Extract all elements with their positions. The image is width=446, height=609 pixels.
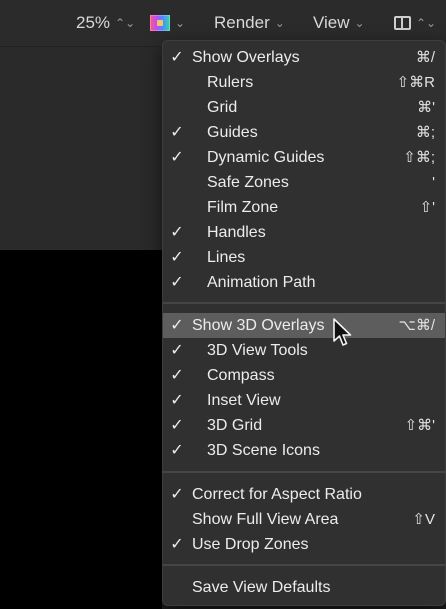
menu-item-label: 3D Scene Icons — [207, 442, 320, 459]
menu-item-film-zone[interactable]: Film Zone ⇧' — [163, 195, 445, 220]
view-label: View — [313, 13, 350, 32]
zoom-popup[interactable]: 25% ⌃⌄ — [76, 12, 135, 34]
checkmark-icon: ✓ — [170, 486, 184, 503]
chevron-down-icon: ⌄ — [175, 16, 186, 30]
menu-item-shortcut: ⇧⌘; — [403, 149, 435, 166]
menu-item-label: Dynamic Guides — [207, 149, 325, 166]
mouse-pointer-icon — [333, 318, 352, 346]
menu-item-label: Show 3D Overlays — [192, 317, 325, 334]
checkmark-icon: ✓ — [170, 49, 184, 66]
menu-item-shortcut: ⇧⌘R — [396, 74, 435, 91]
menu-item-show-full-view-area[interactable]: Show Full View Area ⇧V — [163, 507, 445, 532]
checkmark-icon: ✓ — [170, 317, 184, 334]
checkmark-icon: ✓ — [170, 367, 184, 384]
menu-item-use-drop-zones[interactable]: ✓ Use Drop Zones — [163, 532, 445, 557]
checkmark-icon: ✓ — [170, 417, 184, 434]
menu-item-label: Guides — [207, 124, 258, 141]
menu-item-label: Animation Path — [207, 274, 316, 291]
menu-item-3d-scene-icons[interactable]: ✓ 3D Scene Icons — [163, 438, 445, 463]
menu-item-handles[interactable]: ✓ Handles — [163, 220, 445, 245]
menu-item-label: Handles — [207, 224, 266, 241]
zoom-chevron-icon: ⌃⌄ — [115, 16, 136, 30]
render-menu[interactable]: Render ⌄ — [214, 12, 285, 34]
menu-item-label: Correct for Aspect Ratio — [192, 486, 362, 503]
checkmark-icon: ✓ — [170, 149, 184, 166]
checkmark-icon: ✓ — [170, 442, 184, 459]
canvas[interactable] — [0, 250, 162, 609]
menu-item-rulers[interactable]: Rulers ⇧⌘R — [163, 70, 445, 95]
menu-item-correct-aspect-ratio[interactable]: ✓ Correct for Aspect Ratio — [163, 482, 445, 507]
menu-item-safe-zones[interactable]: Safe Zones ' — [163, 170, 445, 195]
checkmark-icon: ✓ — [170, 124, 184, 141]
menu-item-shortcut: ⌘; — [415, 124, 435, 141]
checkmark-icon: ✓ — [170, 224, 184, 241]
menu-item-shortcut: ' — [432, 174, 435, 191]
menu-item-shortcut: ⌥⌘/ — [398, 317, 435, 334]
checkmark-icon: ✓ — [170, 249, 184, 266]
color-channels-icon — [150, 14, 170, 31]
render-label: Render — [214, 13, 270, 32]
layout-popup[interactable]: ⌃⌄ — [394, 12, 436, 34]
menu-item-label: Save View Defaults — [192, 579, 331, 596]
layout-chevron-icon: ⌃⌄ — [416, 16, 437, 30]
menu-item-label: Show Overlays — [192, 49, 300, 66]
menu-item-shortcut: ⇧⌘' — [404, 417, 435, 434]
menu-separator — [163, 471, 445, 473]
menu-item-dynamic-guides[interactable]: ✓ Dynamic Guides ⇧⌘; — [163, 145, 445, 170]
zoom-level: 25% — [76, 13, 111, 32]
menu-item-inset-view[interactable]: ✓ Inset View — [163, 388, 445, 413]
menu-item-animation-path[interactable]: ✓ Animation Path — [163, 270, 445, 295]
menu-separator — [163, 302, 445, 304]
menu-item-label: Show Full View Area — [192, 511, 339, 528]
menu-item-label: 3D Grid — [207, 417, 263, 434]
view-dropdown-menu: ✓ Show Overlays ⌘/ Rulers ⇧⌘R Grid ⌘' ✓ … — [162, 40, 446, 606]
view-menu[interactable]: View ⌄ — [313, 12, 365, 34]
viewer-layout-icon — [394, 16, 411, 30]
checkmark-icon: ✓ — [170, 392, 184, 409]
menu-item-label: Inset View — [207, 392, 281, 409]
menu-item-show-3d-overlays[interactable]: ✓ Show 3D Overlays ⌥⌘/ — [163, 313, 445, 338]
menu-item-lines[interactable]: ✓ Lines — [163, 245, 445, 270]
menu-item-compass[interactable]: ✓ Compass — [163, 363, 445, 388]
menu-item-label: Lines — [207, 249, 246, 266]
menu-item-label: Rulers — [207, 74, 254, 91]
menu-item-label: Film Zone — [207, 199, 279, 216]
menu-item-label: Safe Zones — [207, 174, 289, 191]
menu-item-label: 3D View Tools — [207, 342, 308, 359]
menu-item-show-overlays[interactable]: ✓ Show Overlays ⌘/ — [163, 45, 445, 70]
menu-item-guides[interactable]: ✓ Guides ⌘; — [163, 120, 445, 145]
viewer-background — [0, 47, 162, 250]
chevron-down-icon: ⌄ — [274, 16, 285, 30]
menu-item-grid[interactable]: Grid ⌘' — [163, 95, 445, 120]
checkmark-icon: ✓ — [170, 274, 184, 291]
channels-popup[interactable]: ⌄ — [150, 12, 185, 34]
menu-item-3d-grid[interactable]: ✓ 3D Grid ⇧⌘' — [163, 413, 445, 438]
menu-item-label: Grid — [207, 99, 238, 116]
chevron-down-icon: ⌄ — [354, 16, 365, 30]
menu-item-shortcut: ⇧V — [412, 511, 435, 528]
menu-item-shortcut: ⇧' — [419, 199, 435, 216]
menu-item-save-view-defaults[interactable]: Save View Defaults — [163, 575, 445, 600]
checkmark-icon: ✓ — [170, 342, 184, 359]
menu-item-label: Use Drop Zones — [192, 536, 309, 553]
menu-item-shortcut: ⌘' — [417, 99, 435, 116]
menu-separator — [163, 564, 445, 566]
menu-item-label: Compass — [207, 367, 275, 384]
menu-item-3d-view-tools[interactable]: ✓ 3D View Tools — [163, 338, 445, 363]
checkmark-icon: ✓ — [170, 536, 184, 553]
menu-item-shortcut: ⌘/ — [415, 49, 435, 66]
